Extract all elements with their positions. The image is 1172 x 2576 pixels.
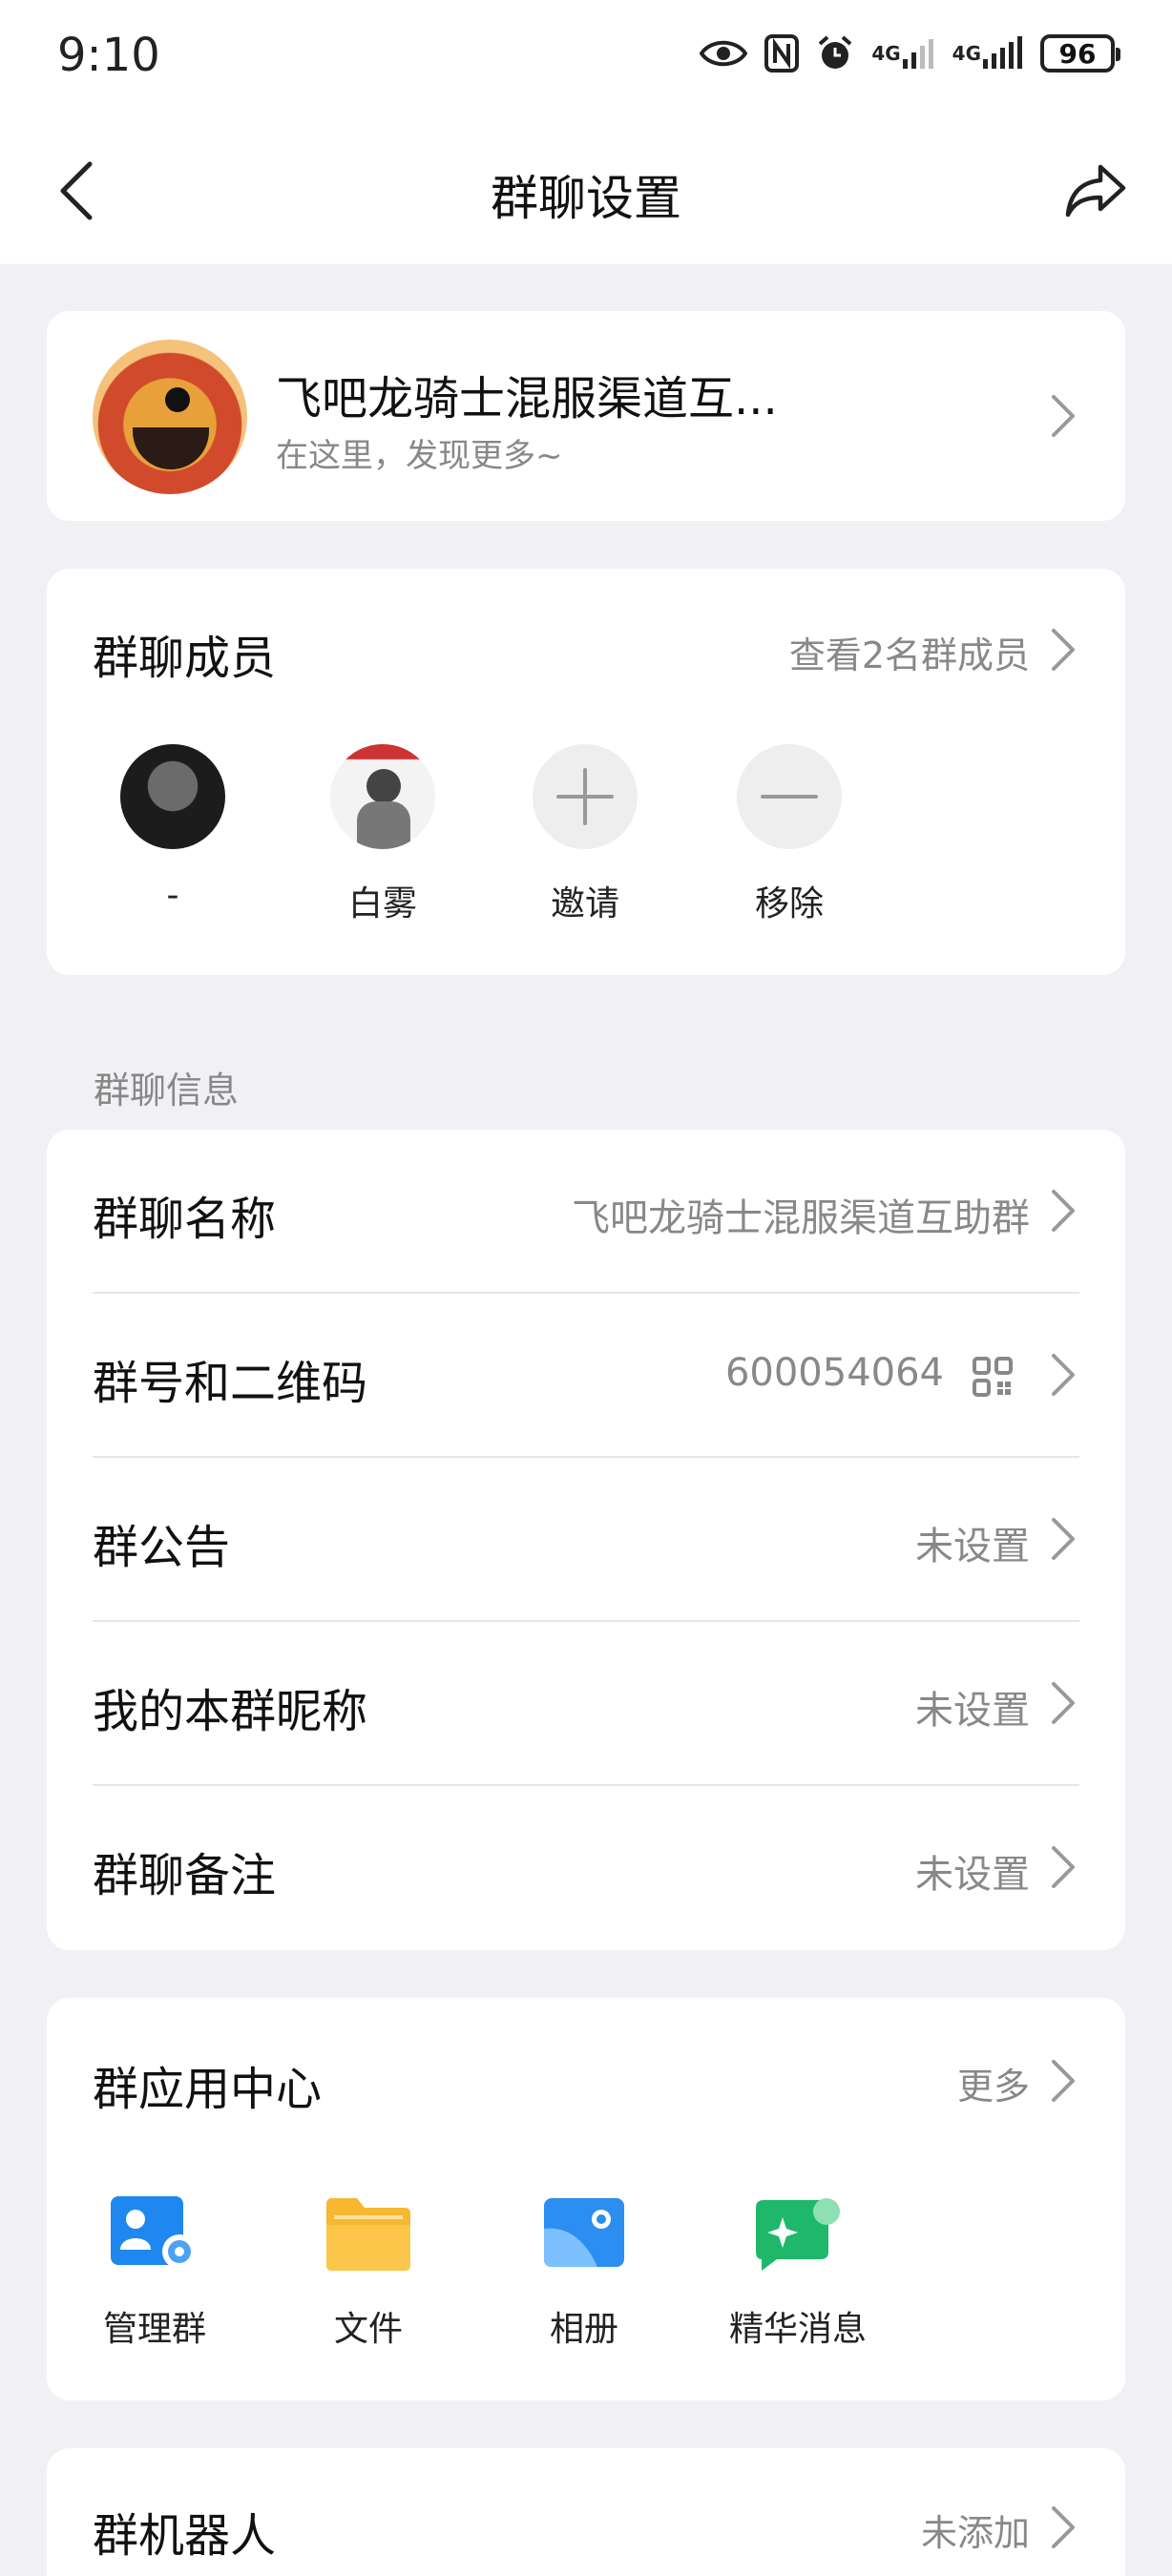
remove-label: 移除: [754, 884, 824, 924]
app-files[interactable]: 文件: [268, 2196, 469, 2351]
row-value: 未设置: [915, 1689, 1030, 1733]
remove-icon: [737, 744, 842, 849]
group-avatar: [93, 340, 247, 494]
row-group-remark[interactable]: 群聊备注 未设置: [93, 1786, 1125, 1950]
chevron-right-icon: [1052, 395, 1075, 437]
member-item[interactable]: 白雾: [297, 744, 469, 925]
nfc-icon: [764, 32, 800, 74]
network-type-1: 4G: [871, 42, 901, 65]
member-name: -: [166, 876, 179, 915]
network-type-2: 4G: [952, 42, 981, 65]
row-title: 群公告: [93, 1521, 231, 1574]
member-name: 白雾: [347, 884, 417, 924]
section-label-group-info: 群聊信息: [94, 1070, 240, 1111]
row-title: 我的本群昵称: [93, 1685, 368, 1738]
invite-member-button[interactable]: 邀请: [499, 744, 671, 925]
group-profile-card[interactable]: 飞吧龙骑士混服渠道互... 在这里，发现更多~: [47, 311, 1125, 521]
battery-indicator: 96: [1040, 34, 1120, 73]
bot-title: 群机器人: [93, 2509, 277, 2563]
view-all-members-link[interactable]: 查看2名群成员: [789, 626, 1030, 678]
row-value: 600054064: [724, 1351, 944, 1395]
members-card: 群聊成员 查看2名群成员 - 白雾 邀请 移除: [47, 569, 1125, 975]
app-album[interactable]: 相册: [484, 2196, 684, 2351]
status-bar: 9:10 4G 4G 96: [0, 0, 1172, 114]
bot-value: 未添加: [920, 2512, 1030, 2554]
signal-1-icon: 4G: [871, 32, 934, 74]
row-value: 未设置: [915, 1525, 1030, 1568]
row-my-nickname[interactable]: 我的本群昵称 未设置: [93, 1622, 1125, 1786]
share-button[interactable]: [1057, 153, 1134, 229]
app-label: 相册: [549, 2310, 618, 2349]
row-title: 群聊备注: [93, 1849, 277, 1902]
group-bot-card[interactable]: 群机器人 未添加: [47, 2448, 1125, 2576]
remove-member-button[interactable]: 移除: [703, 744, 875, 925]
row-title: 群号和二维码: [93, 1357, 368, 1410]
invite-icon: [533, 744, 638, 849]
app-label: 精华消息: [728, 2310, 867, 2349]
status-icons: 4G 4G 96: [700, 32, 1120, 74]
chevron-right-icon: [1052, 1518, 1075, 1560]
invite-label: 邀请: [550, 884, 619, 924]
app-featured-messages[interactable]: 精华消息: [698, 2196, 898, 2351]
eye-icon: [700, 32, 748, 74]
album-icon: [540, 2196, 628, 2273]
folder-icon: [324, 2196, 412, 2273]
page-title: 群聊设置: [491, 171, 681, 226]
featured-message-icon: [754, 2196, 842, 2273]
alarm-icon: [816, 32, 854, 74]
chevron-right-icon: [1052, 629, 1075, 671]
signal-2-icon: 4G: [952, 32, 1023, 74]
status-time: 9:10: [57, 29, 160, 82]
member-item[interactable]: -: [87, 744, 259, 915]
members-title: 群聊成员: [93, 632, 277, 685]
group-subtitle: 在这里，发现更多~: [276, 437, 563, 475]
qrcode-icon: [973, 1357, 1013, 1397]
member-avatar: [120, 744, 225, 849]
row-group-id-qrcode[interactable]: 群号和二维码 600054064: [93, 1294, 1125, 1458]
chevron-right-icon: [1052, 2506, 1075, 2548]
group-name: 飞吧龙骑士混服渠道互...: [276, 372, 778, 426]
app-label: 文件: [333, 2310, 403, 2349]
apps-more-link[interactable]: 更多: [957, 2057, 1030, 2109]
group-info-card: 群聊名称 飞吧龙骑士混服渠道互助群 群号和二维码 600054064 群公告 未…: [47, 1130, 1125, 1950]
apps-title: 群应用中心: [93, 2063, 323, 2116]
group-apps-card: 群应用中心 更多 管理群 文件 相册 精华消息: [47, 1998, 1125, 2400]
app-manage-group[interactable]: 管理群: [54, 2196, 255, 2351]
share-icon: [1065, 164, 1126, 218]
chevron-right-icon: [1052, 1846, 1075, 1888]
member-avatar: [330, 744, 435, 849]
manage-group-icon: [111, 2196, 199, 2273]
row-value: 未设置: [915, 1853, 1030, 1897]
row-group-name[interactable]: 群聊名称 飞吧龙骑士混服渠道互助群: [93, 1130, 1125, 1294]
row-title: 群聊名称: [93, 1193, 277, 1246]
row-value: 飞吧龙骑士混服渠道互助群: [572, 1196, 1030, 1240]
chevron-right-icon: [1052, 1682, 1075, 1724]
chevron-right-icon: [1052, 1190, 1075, 1232]
chevron-right-icon: [1052, 2060, 1075, 2102]
nav-bar: 群聊设置: [0, 114, 1172, 264]
row-announcement[interactable]: 群公告 未设置: [93, 1458, 1125, 1622]
app-label: 管理群: [102, 2310, 206, 2349]
chevron-right-icon: [1052, 1354, 1075, 1396]
